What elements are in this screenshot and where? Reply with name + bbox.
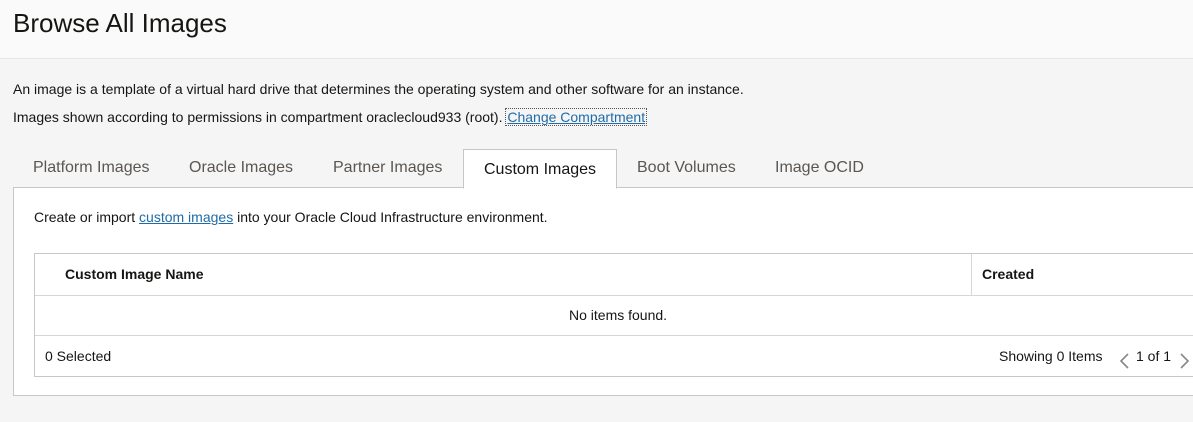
table-header: Custom Image Name Created bbox=[35, 254, 1193, 296]
tab-boot-volumes[interactable]: Boot Volumes bbox=[637, 148, 736, 187]
selected-count: 0 Selected bbox=[45, 348, 112, 364]
intro-prefix: Create or import bbox=[34, 209, 136, 225]
tab-oracle-images[interactable]: Oracle Images bbox=[189, 148, 293, 187]
empty-message: No items found. bbox=[569, 307, 668, 323]
tab-custom-images[interactable]: Custom Images bbox=[463, 149, 618, 189]
tab-platform-images[interactable]: Platform Images bbox=[33, 148, 149, 187]
chevron-right-icon[interactable] bbox=[1177, 346, 1191, 369]
pagination: 1 of 1 bbox=[1118, 336, 1191, 376]
custom-images-panel: Create or import custom images into your… bbox=[13, 187, 1193, 396]
showing-count: Showing 0 Items bbox=[999, 348, 1103, 364]
table-footer: 0 Selected Showing 0 Items 1 of 1 bbox=[35, 336, 1193, 376]
image-tabs: Platform Images Oracle Images Partner Im… bbox=[13, 148, 1193, 189]
page-description: An image is a template of a virtual hard… bbox=[13, 81, 744, 97]
compartment-info: Images shown according to permissions in… bbox=[13, 108, 648, 126]
column-header-created[interactable]: Created bbox=[971, 254, 1193, 295]
change-compartment-link[interactable]: Change Compartment bbox=[505, 108, 648, 126]
custom-images-table: Custom Image Name Created No items found… bbox=[34, 253, 1193, 377]
intro-suffix: into your Oracle Cloud Infrastructure en… bbox=[237, 209, 548, 225]
table-empty-row: No items found. bbox=[35, 295, 1193, 336]
panel-intro: Create or import custom images into your… bbox=[34, 209, 548, 225]
page-indicator: 1 of 1 bbox=[1136, 348, 1172, 364]
permissions-text: Images shown according to permissions in… bbox=[13, 109, 503, 125]
chevron-left-icon[interactable] bbox=[1118, 346, 1132, 369]
tab-image-ocid[interactable]: Image OCID bbox=[775, 148, 864, 187]
custom-images-link[interactable]: custom images bbox=[139, 209, 233, 225]
page-title: Browse All Images bbox=[13, 8, 227, 38]
column-header-custom-image-name[interactable]: Custom Image Name bbox=[65, 254, 203, 295]
tab-partner-images[interactable]: Partner Images bbox=[333, 148, 442, 187]
page-header: Browse All Images bbox=[0, 0, 1193, 59]
